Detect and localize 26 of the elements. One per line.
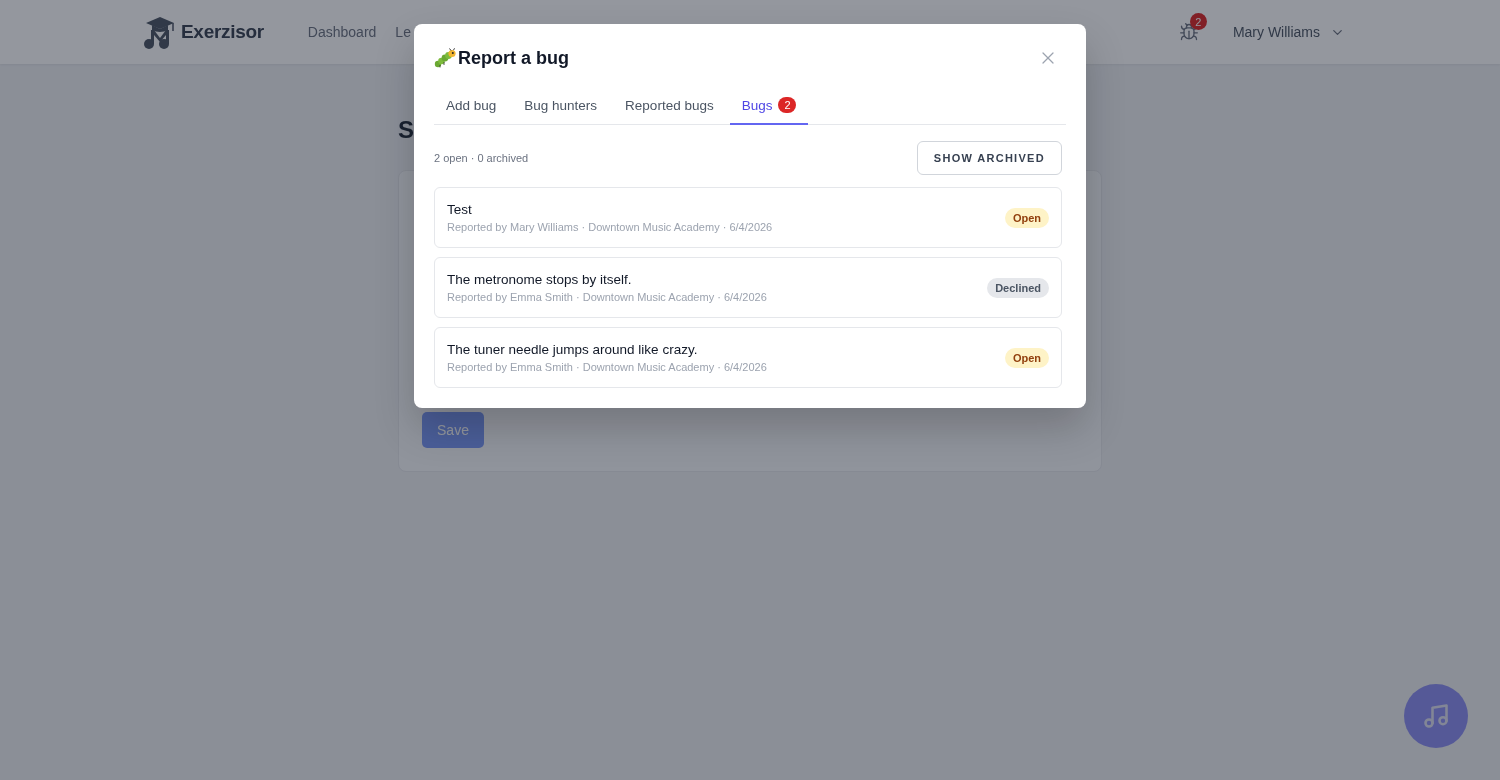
- tab[interactable]: Reported bugs: [613, 87, 726, 125]
- status-badge: Open: [1004, 207, 1049, 228]
- bug-meta: Reported by Emma Smith · Downtown Music Academy · 6/4/2026: [447, 291, 767, 303]
- bug-title: The tuner needle jumps around like crazy.: [447, 342, 698, 357]
- status-badge: Declined: [987, 277, 1049, 298]
- brand-name: Exerzisor: [181, 21, 264, 43]
- count-badge: 2: [778, 97, 797, 113]
- bug-meta: Reported by Mary Williams · Downtown Music Academy · 6/4/2026: [447, 221, 773, 233]
- caterpillar-icon: [434, 48, 456, 68]
- bug-title: Test: [447, 202, 472, 217]
- dialog-title: Report a bug: [458, 47, 569, 69]
- bug-meta: Reported by Emma Smith · Downtown Music Academy · 6/4/2026: [447, 361, 767, 373]
- notification-badge: 2: [1189, 13, 1207, 30]
- bug-card[interactable]: The tuner needle jumps around like crazy. Reported by Emma Smith · Downtown Music Academy · 6/4/2026 Open: [434, 327, 1062, 388]
- user-menu[interactable]: Mary Williams: [1232, 24, 1345, 40]
- bug-card[interactable]: Test Reported by Mary Williams · Downtown Music Academy · 6/4/2026 Open: [434, 187, 1062, 248]
- bug-title: The metronome stops by itself.: [447, 272, 632, 287]
- tab[interactable]: Add bug: [434, 87, 509, 125]
- tab[interactable]: Bug hunters: [512, 87, 610, 125]
- tab[interactable]: Bugs 2: [729, 87, 809, 125]
- bug-summary: 2 open · 0 archived: [434, 152, 529, 164]
- status-badge: Open: [1004, 347, 1049, 368]
- bug-card[interactable]: The metronome stops by itself. Reported by Emma Smith · Downtown Music Academy · 6/4/2026 Declined: [434, 257, 1062, 318]
- music-note-icon: [1422, 702, 1450, 730]
- show-archived-button[interactable]: SHOW ARCHIVED: [916, 141, 1062, 175]
- page-heading: S: [398, 115, 414, 145]
